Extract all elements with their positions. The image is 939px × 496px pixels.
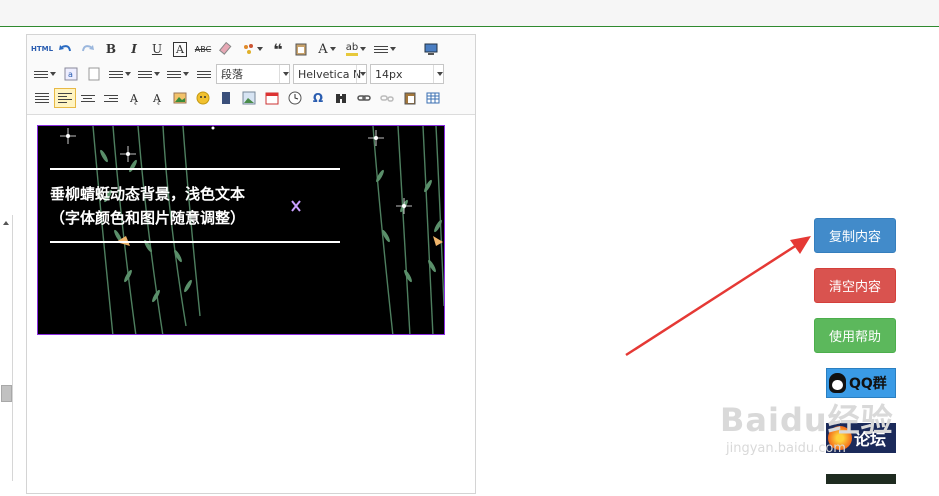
baidu-jingyan-watermark: Baidu经验 jingyan.baidu.com [720,401,894,456]
